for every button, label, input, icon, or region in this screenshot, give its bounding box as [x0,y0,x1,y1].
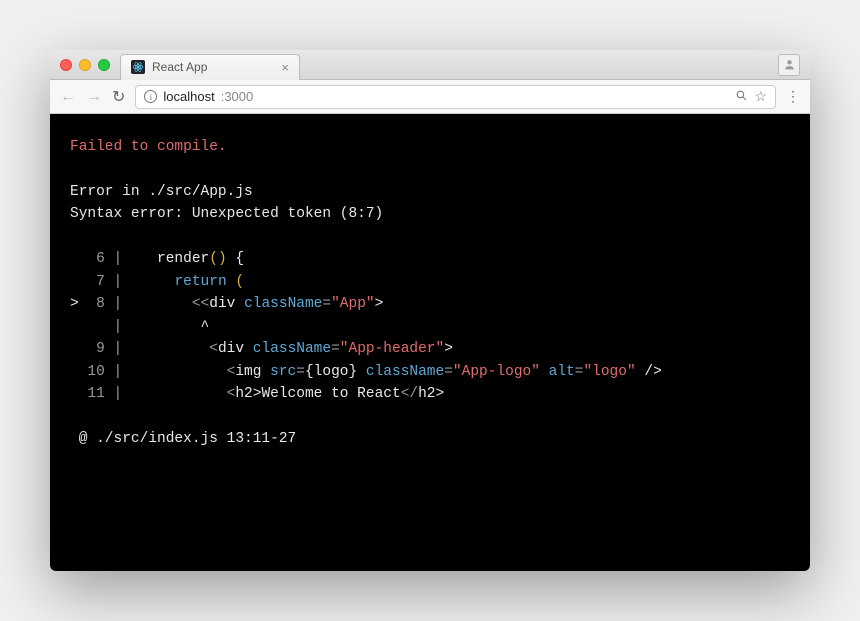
page-content: Failed to compile. Error in ./src/App.js… [50,114,810,571]
site-info-icon[interactable]: i [144,90,157,103]
tab-title: React App [152,60,207,74]
error-stack-footer: @ ./src/index.js 13:11-27 [70,431,296,447]
code-line: 6 | render() { [70,251,244,267]
forward-button[interactable]: → [86,88,102,106]
url-host: localhost [163,89,214,104]
url-port: :3000 [221,89,254,104]
code-line: 7 | return ( [70,274,244,290]
maximize-window-button[interactable] [98,59,110,71]
error-message: Syntax error: Unexpected token (8:7) [70,206,383,222]
tab-close-icon[interactable]: × [281,60,289,75]
code-line: 11 | <h2>Welcome to React</h2> [70,386,444,402]
code-line-error: > 8 | <<div className="App"> [70,296,383,312]
back-button[interactable]: ← [60,88,76,106]
address-bar[interactable]: i localhost :3000 ☆ [135,85,776,109]
tab-bar: React App × [50,50,810,80]
profile-icon[interactable] [778,54,800,76]
code-line-caret: | ^ [70,319,209,335]
minimize-window-button[interactable] [79,59,91,71]
browser-window: React App × ← → ↻ i localhost :3000 ☆ ⋮ F… [50,50,810,571]
browser-toolbar: ← → ↻ i localhost :3000 ☆ ⋮ [50,80,810,114]
code-line: 9 | <div className="App-header"> [70,341,453,357]
reload-button[interactable]: ↻ [112,87,125,107]
close-window-button[interactable] [60,59,72,71]
window-controls [60,59,110,71]
menu-icon[interactable]: ⋮ [786,88,800,105]
browser-tab[interactable]: React App × [120,54,300,80]
bookmark-star-icon[interactable]: ☆ [754,88,767,105]
zoom-icon[interactable] [735,89,748,105]
error-file: Error in ./src/App.js [70,184,253,200]
code-line: 10 | <img src={logo} className="App-logo… [70,364,662,380]
error-title: Failed to compile. [70,139,227,155]
react-favicon-icon [131,60,145,74]
